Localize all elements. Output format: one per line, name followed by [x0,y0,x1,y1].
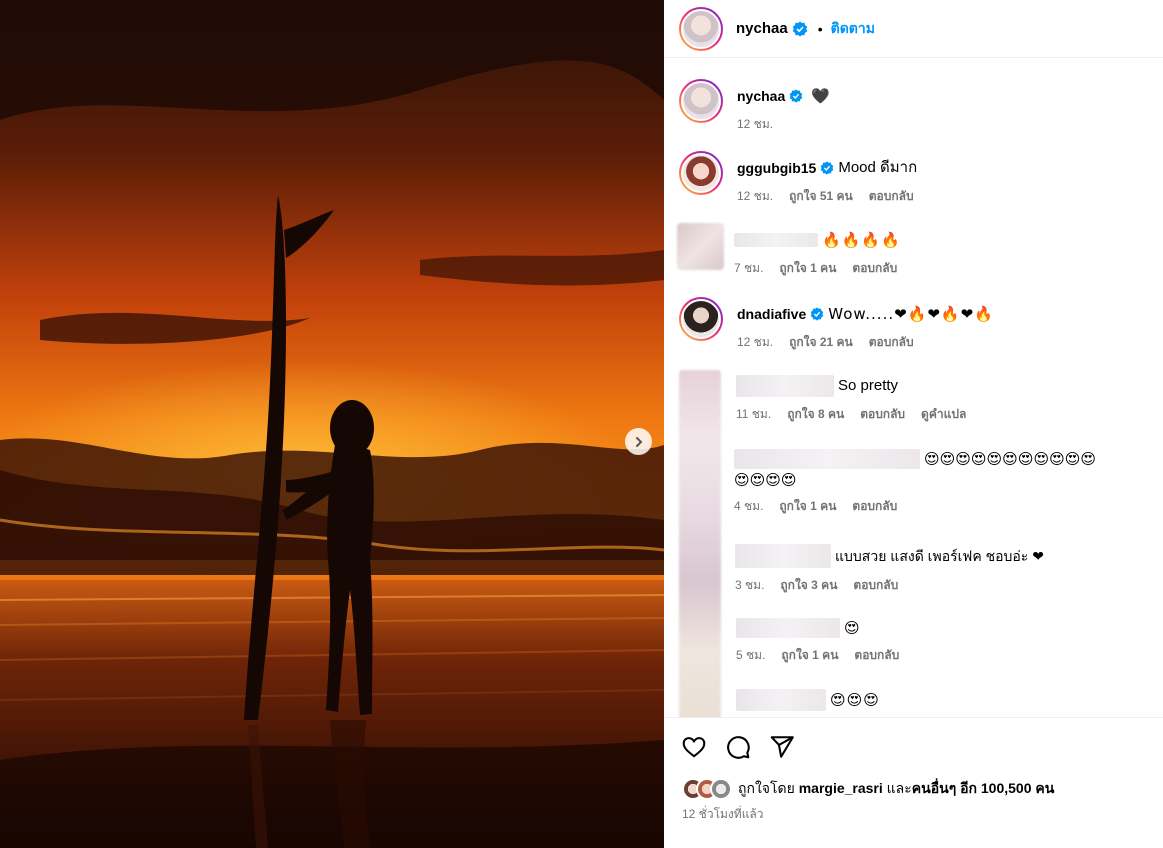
comment-likes[interactable]: ถูกใจ 1 คน [779,259,836,278]
caption-username[interactable]: nychaa [737,87,785,105]
comment-item: 😍😍😍😍😍😍😍😍😍😍😍 😍😍😍😍 4 ชม. ถูกใจ 1 คน ตอบกลั… [734,449,1096,516]
verified-icon [789,89,803,103]
blurred-avatars [679,370,721,717]
chevron-right-icon [635,436,642,447]
next-photo-button[interactable] [625,428,652,455]
comment-username[interactable]: dnadiafive [737,305,806,323]
sunset-surfer-image [0,0,664,848]
comment-text: 😍😍😍 [830,691,880,709]
comment-likes[interactable]: ถูกใจ 1 คน [781,646,838,665]
comment-likes[interactable]: ถูกใจ 1 คน [779,497,836,516]
comment-text: Mood ดีมาก [838,159,918,176]
liked-by-and: และ [886,780,912,796]
blurred-username [734,449,920,469]
post-actions: ถูกใจโดย margie_rasri และคนอื่นๆ อีก 100… [664,717,1163,848]
comment-time: 7 ชม. [734,261,764,275]
blurred-username [736,375,834,397]
share-icon[interactable] [769,734,795,760]
liker-avatar [710,778,732,800]
comment-item: So pretty 11 ชม. ถูกใจ 8 คน ตอบกลับ ดูคำ… [736,375,966,424]
comment-item: dnadiafive Wow.....❤🔥❤🔥❤🔥 12 ชม. ถูกใจ 2… [679,297,994,352]
header-separator: • [817,20,823,37]
reply-button[interactable]: ตอบกลับ [869,187,914,206]
commenter-avatar[interactable] [677,223,724,270]
blurred-username [736,618,840,638]
blurred-username [734,233,818,247]
verified-icon [792,21,807,36]
commenter-avatar[interactable] [679,151,723,195]
liked-by-others[interactable]: คนอื่นๆ อีก 100,500 คน [912,780,1055,796]
comment-text: 🔥🔥🔥🔥 [822,231,901,249]
post-photo [0,0,664,848]
post-side-panel: nychaa • ติดตาม nychaa 🖤 12 ชม. gggubgib… [664,0,1163,848]
comments-list[interactable]: nychaa 🖤 12 ชม. gggubgib15 Mood ดีมาก 12… [664,59,1163,717]
comment-time: 4 ชม. [734,499,764,513]
comment-likes[interactable]: ถูกใจ 51 คน [789,187,853,206]
comment-text: So pretty [838,377,899,394]
caption: nychaa 🖤 12 ชม. [679,79,831,134]
reply-button[interactable]: ตอบกลับ [860,405,905,424]
comment-text: แบบสวย แสงดี เพอร์เฟค ชอบอ่ะ ❤ [835,548,1044,564]
comment-likes[interactable]: ถูกใจ 21 คน [789,333,853,352]
liked-by-prefix: ถูกใจโดย [738,780,795,796]
blurred-username [735,544,831,568]
liked-by-user[interactable]: margie_rasri [799,780,883,796]
comment-item: 😍😍😍 [736,689,880,711]
caption-avatar[interactable] [679,79,723,123]
comment-item: gggubgib15 Mood ดีมาก 12 ชม. ถูกใจ 51 คน… [679,151,917,206]
comment-time: 12 ชม. [737,335,774,349]
reply-button[interactable]: ตอบกลับ [852,497,897,516]
comment-item: 🔥🔥🔥🔥 7 ชม. ถูกใจ 1 คน ตอบกลับ [677,223,901,278]
comment-icon[interactable] [725,734,751,760]
comment-likes[interactable]: ถูกใจ 3 คน [780,576,837,595]
comment-item: 😍 5 ชม. ถูกใจ 1 คน ตอบกลับ [736,618,899,665]
verified-icon [821,161,834,175]
commenter-avatar[interactable] [679,297,723,341]
follow-button[interactable]: ติดตาม [831,18,875,40]
comment-likes[interactable]: ถูกใจ 8 คน [787,405,844,424]
blurred-username [736,689,826,711]
comment-time: 5 ชม. [736,648,766,662]
comment-item: แบบสวย แสงดี เพอร์เฟค ชอบอ่ะ ❤ 3 ชม. ถูก… [735,544,1044,595]
caption-time: 12 ชม. [737,117,774,131]
comment-time: 12 ชม. [737,189,774,203]
post-header: nychaa • ติดตาม [664,0,1163,58]
comment-time: 3 ชม. [735,578,765,592]
author-avatar[interactable] [679,6,723,51]
comment-text: 😍😍😍😍😍😍😍😍😍😍😍 [924,450,1097,468]
verified-icon [810,307,824,321]
translate-button[interactable]: ดูคำแปล [921,405,966,424]
heart-icon[interactable] [681,734,707,760]
comment-text: 😍 [844,619,861,637]
reply-button[interactable]: ตอบกลับ [853,576,898,595]
header-username[interactable]: nychaa [736,20,788,37]
post-time: 12 ชั่วโมงที่แล้ว [682,807,764,821]
reply-button[interactable]: ตอบกลับ [869,333,914,352]
comment-text: Wow.....❤🔥❤🔥❤🔥 [828,305,994,323]
likes-summary[interactable]: ถูกใจโดย margie_rasri และคนอื่นๆ อีก 100… [682,778,1054,800]
reply-button[interactable]: ตอบกลับ [854,646,899,665]
comment-username[interactable]: gggubgib15 [737,159,816,177]
comment-text-cont: 😍😍😍😍 [734,471,797,489]
caption-text: 🖤 [811,87,831,105]
comment-time: 11 ชม. [736,407,772,421]
reply-button[interactable]: ตอบกลับ [852,259,897,278]
